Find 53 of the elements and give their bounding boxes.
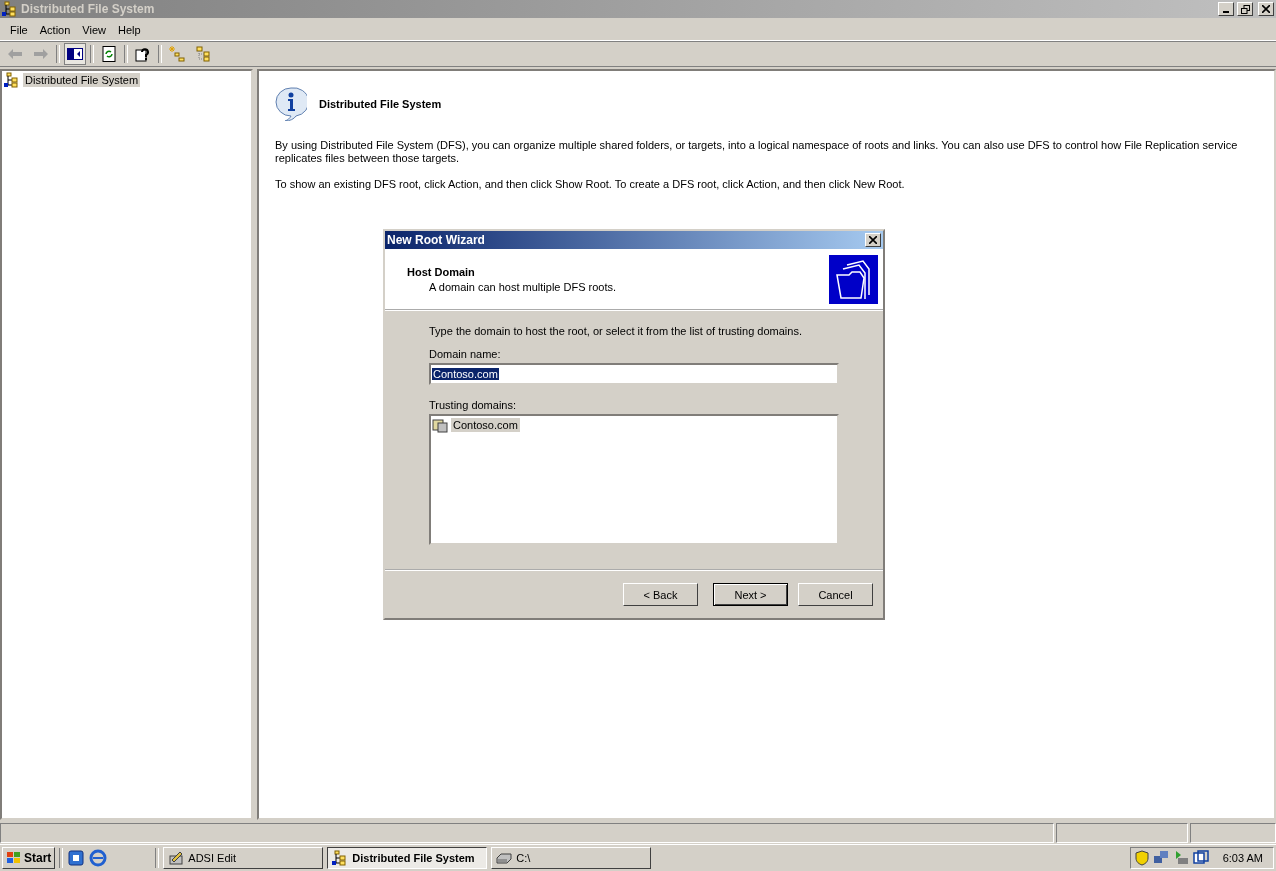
close-button[interactable] (1258, 2, 1274, 16)
shield-icon[interactable] (1134, 850, 1149, 866)
info-icon (275, 87, 307, 121)
start-button[interactable]: Start (2, 847, 56, 869)
forward-arrow-icon (34, 49, 48, 59)
field-label: Trusting domains: (429, 399, 518, 411)
info-paragraph: To show an existing DFS root, click Action, and then click Show Root. To create a DFS root, click Action, and then click New Root. (275, 178, 906, 191)
windows-logo-icon (6, 851, 22, 865)
app-icon (2, 1, 18, 17)
menu-item[interactable]: Action (33, 22, 77, 38)
back-arrow-icon (8, 49, 22, 59)
refresh-icon (102, 46, 116, 62)
menu-item[interactable]: View (76, 22, 112, 38)
new-tree-icon (169, 46, 185, 62)
dialog-button[interactable]: Cancel (798, 583, 873, 606)
menu-item[interactable]: File (4, 22, 34, 38)
tree-icon (4, 72, 20, 88)
menu-item[interactable]: Help (111, 22, 147, 38)
taskbar-button[interactable]: ADSI Edit (163, 847, 324, 869)
console-tree-button[interactable] (64, 43, 86, 65)
minimize-button[interactable] (1218, 2, 1234, 16)
close-button[interactable] (865, 233, 881, 247)
close-icon (1262, 5, 1270, 13)
window-icon[interactable] (1192, 850, 1209, 866)
wizard-step-subtitle: A domain can host multiple DFS roots. (428, 280, 618, 293)
dialog-button[interactable]: Next > (713, 583, 788, 606)
dialog-button[interactable]: < Back (623, 583, 698, 606)
trusting-domains-list[interactable]: Contoso.com (429, 414, 839, 545)
tree-item[interactable]: Distributed File System (23, 73, 141, 87)
restore-icon (1240, 4, 1250, 14)
list-item[interactable]: Contoso.com (451, 418, 520, 432)
info-heading: Distributed File System (319, 98, 442, 110)
domain-name-field[interactable]: Contoso.com (429, 363, 839, 385)
panel-icon (67, 48, 83, 60)
window-title: Distributed File System (21, 2, 156, 16)
tree-icon (332, 850, 349, 866)
folders-icon (829, 254, 878, 304)
help-icon (135, 46, 151, 62)
instruction-text: Type the domain to host the root, or select it from the list of trusting domains. (429, 325, 803, 337)
tree-icon (195, 46, 211, 62)
clock: 6:03 AM (1222, 852, 1263, 864)
dialog-title: New Root Wizard (387, 233, 486, 247)
drive-icon (496, 852, 513, 864)
taskbar-button[interactable]: C:\ (491, 847, 652, 869)
close-icon (869, 236, 877, 244)
field-label: Domain name: (429, 348, 502, 360)
info-paragraph: By using Distributed File System (DFS), you can organize multiple shared folders, or targets, into a logical namespace of roots and links. You can also use DFS to control how File Replication service replicates files between those targets. (275, 139, 1239, 165)
domain-icon (432, 417, 448, 433)
taskbar-button[interactable]: Distributed File System (327, 847, 488, 869)
wizard-step-title: Host Domain (407, 265, 476, 278)
pencil-book-icon (168, 850, 185, 866)
restore-button[interactable] (1237, 2, 1253, 16)
network-icon[interactable] (1152, 850, 1169, 866)
